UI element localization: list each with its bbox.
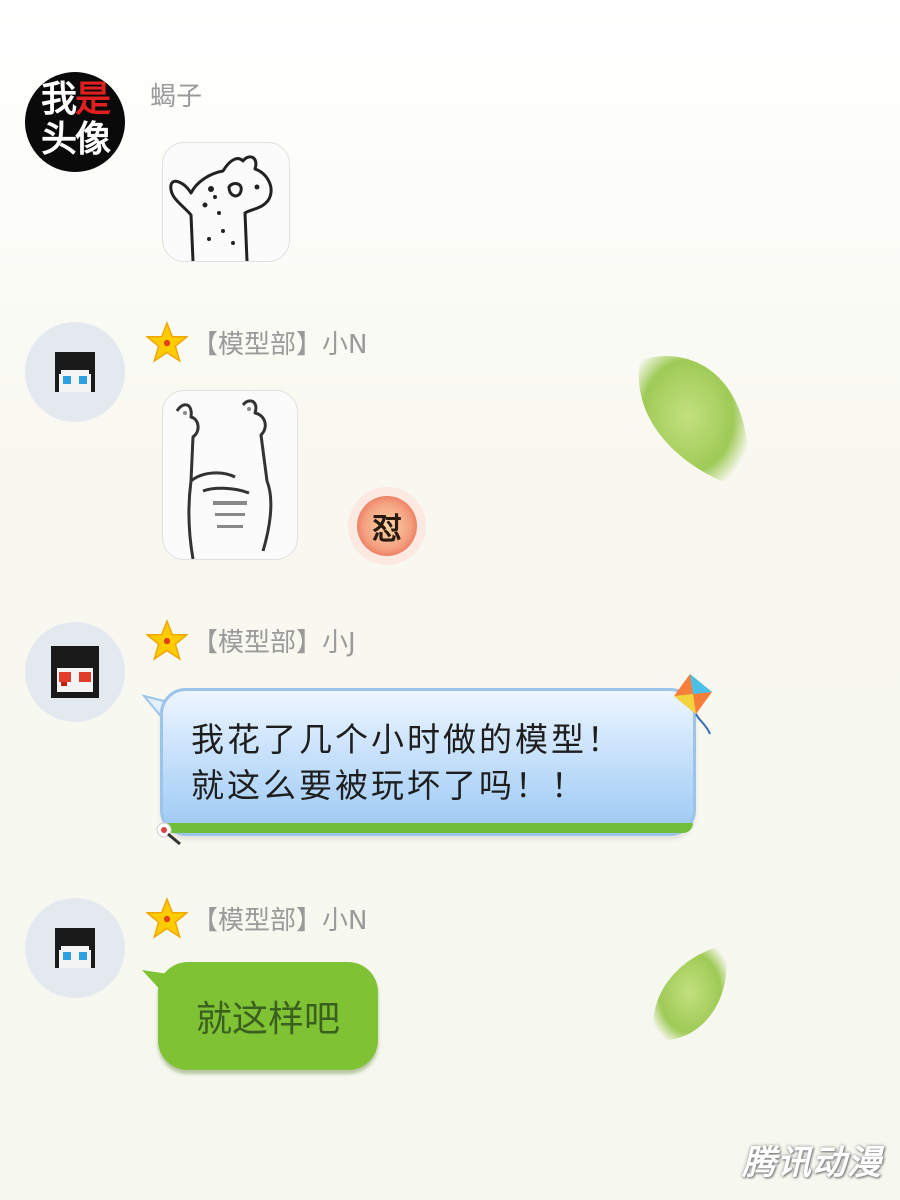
leaf-decoration (653, 945, 727, 1041)
sender-name: 【模型部】小J (146, 619, 356, 661)
meme-raccoon-sticker[interactable] (162, 142, 290, 262)
message-text: 就这样吧 (195, 999, 340, 1040)
avatar[interactable] (25, 898, 125, 998)
reaction-badge-inner: 怼 (357, 496, 417, 556)
sender-name: 【模型部】小N (146, 321, 367, 363)
avatar-text: 我是 头像 (40, 79, 111, 160)
pixel-avatar-icon (51, 646, 99, 698)
thumbs-up-meme-icon (175, 399, 273, 559)
reaction-badge[interactable]: 怼 (348, 487, 426, 565)
reaction-text: 怼 (372, 512, 402, 547)
meme-raccoon-icon (169, 155, 273, 261)
message-bubble[interactable]: 我花了几个小时做的模型！ 就这么要被玩坏了吗！！ (160, 688, 696, 836)
pixel-avatar-icon (55, 352, 95, 392)
avatar[interactable] (25, 622, 125, 722)
leaf-decoration (638, 356, 748, 490)
thumbs-up-sticker[interactable] (162, 390, 298, 560)
watermark-logo: 腾讯动漫 (742, 1143, 882, 1183)
avatar[interactable] (25, 322, 125, 422)
sender-name: 【模型部】小N (146, 897, 367, 939)
star-icon (146, 897, 188, 939)
message-bubble[interactable]: 就这样吧 (158, 962, 378, 1070)
flower-icon (156, 822, 181, 846)
avatar[interactable]: 我是 头像 (25, 72, 125, 172)
pixel-avatar-icon (55, 928, 95, 968)
star-icon (146, 619, 188, 661)
grass-strip (163, 823, 693, 833)
message-text: 我花了几个小时做的模型！ 就这么要被玩坏了吗！！ (191, 720, 623, 805)
kite-icon (674, 674, 712, 735)
star-icon (146, 321, 188, 363)
sender-name: 蝎子 (150, 81, 203, 112)
